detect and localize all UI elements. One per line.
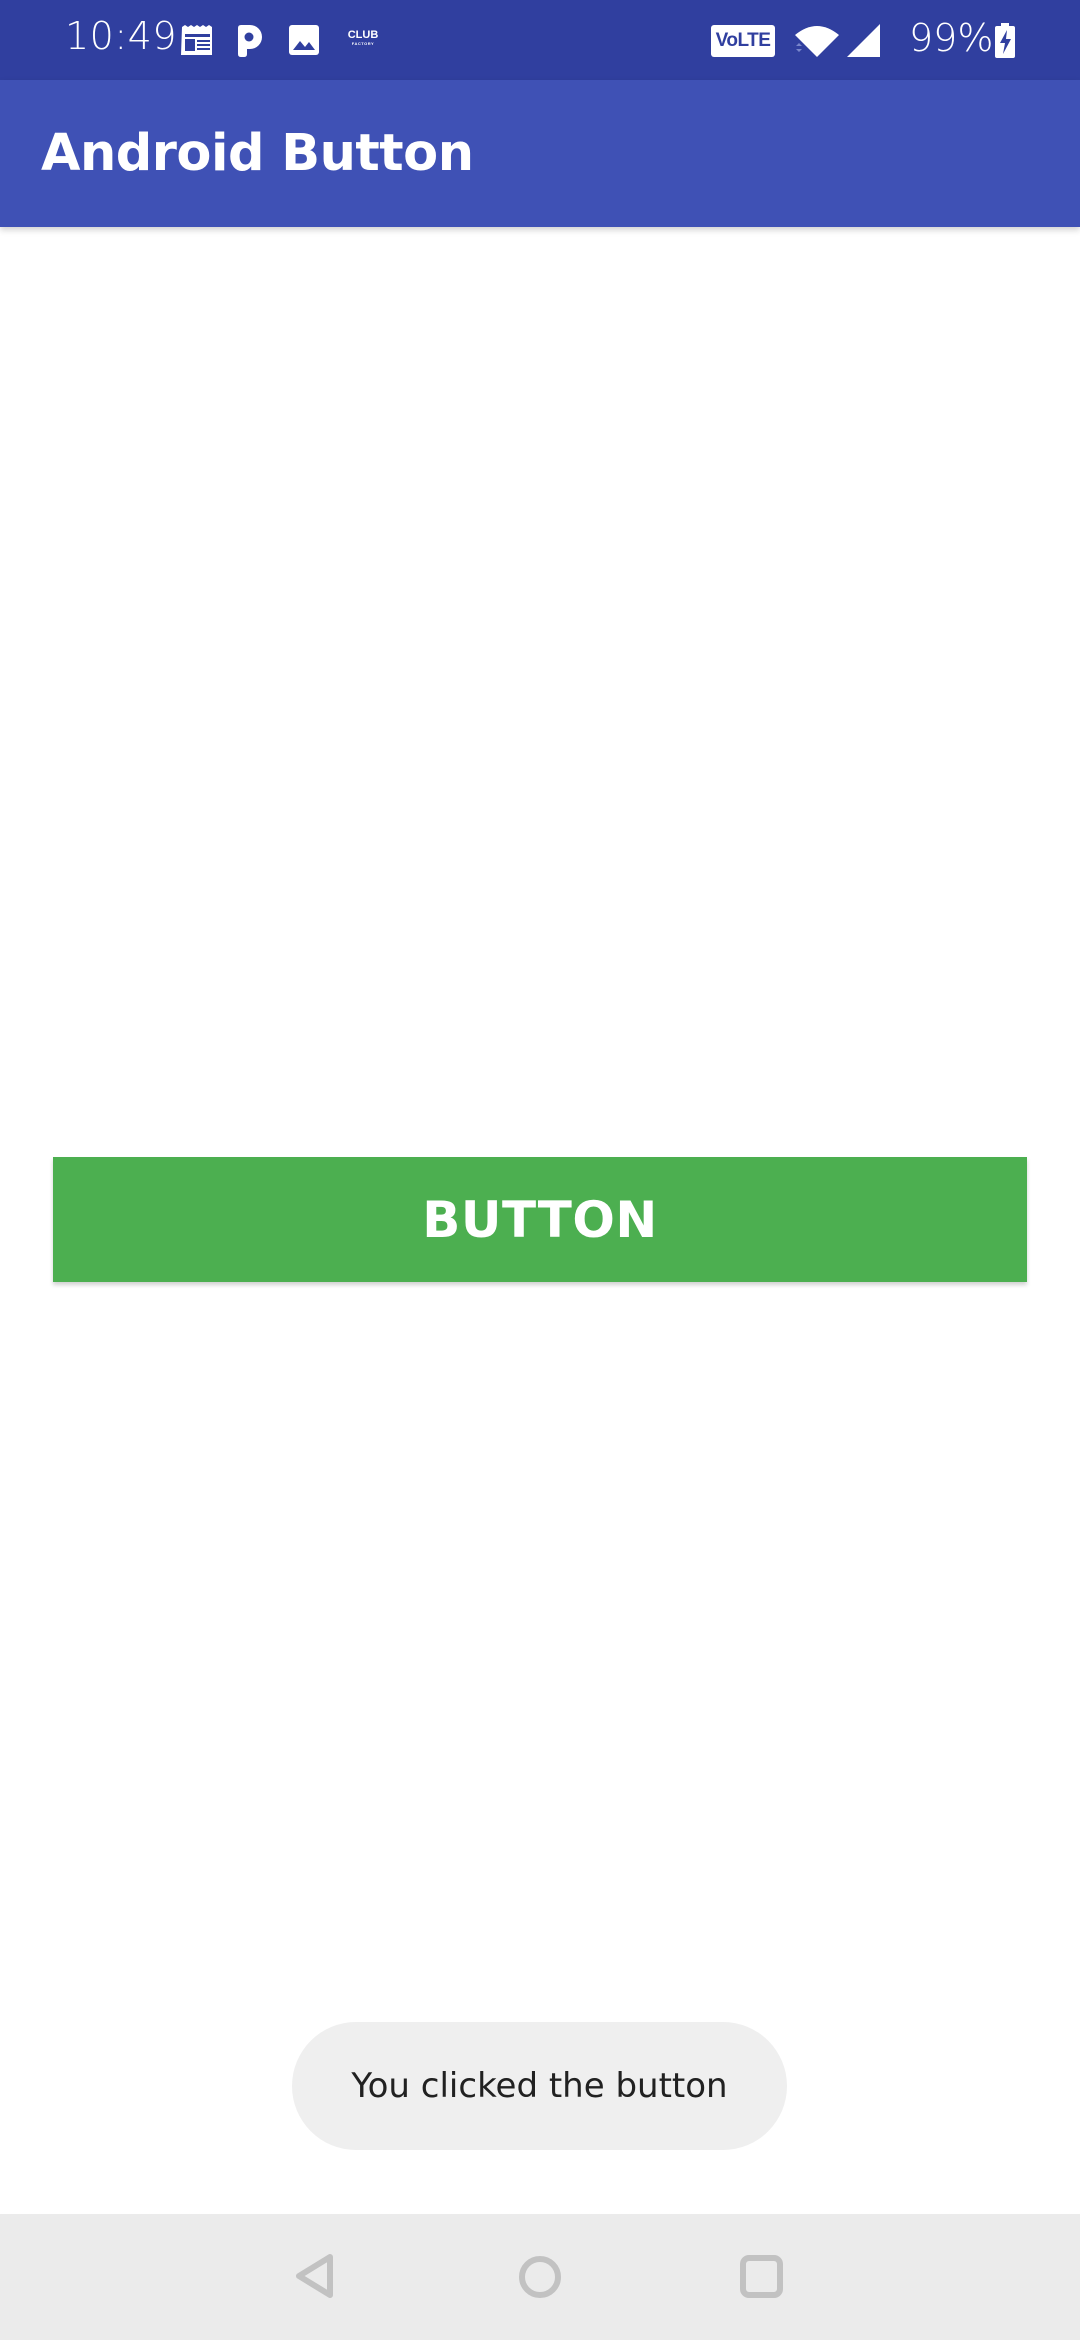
battery-percent: 99% (909, 16, 994, 60)
nav-recents-button[interactable] (727, 2242, 797, 2312)
club-logo-subtext: FACTORY (351, 41, 375, 46)
back-icon (296, 2254, 333, 2298)
gallery-icon (289, 25, 319, 55)
app-bar: Android Button (0, 80, 1080, 227)
status-time: 10:49 (65, 14, 178, 58)
club-factory-icon: CLUB FACTORY (345, 30, 381, 47)
volte-icon: VoLTE (711, 25, 775, 57)
toast-message: You clicked the button (292, 2022, 787, 2150)
battery-charging-icon (995, 23, 1015, 58)
navigation-bar (0, 2214, 1080, 2340)
club-logo-text: CLUB (347, 29, 379, 41)
home-icon (519, 2256, 561, 2298)
recents-icon (740, 2255, 783, 2298)
news-icon (181, 25, 212, 55)
status-bar: 10:49 CLUB FACTORY VoLTE 99% (0, 0, 1080, 80)
nav-back-button[interactable] (285, 2242, 355, 2312)
p-app-icon (238, 25, 262, 57)
nav-home-button[interactable] (505, 2242, 575, 2312)
app-title: Android Button (41, 124, 474, 183)
toast-text: You clicked the button (351, 2066, 728, 2106)
signal-icon (847, 24, 880, 57)
wifi-icon (795, 26, 839, 57)
main-button[interactable]: BUTTON (53, 1157, 1027, 1282)
